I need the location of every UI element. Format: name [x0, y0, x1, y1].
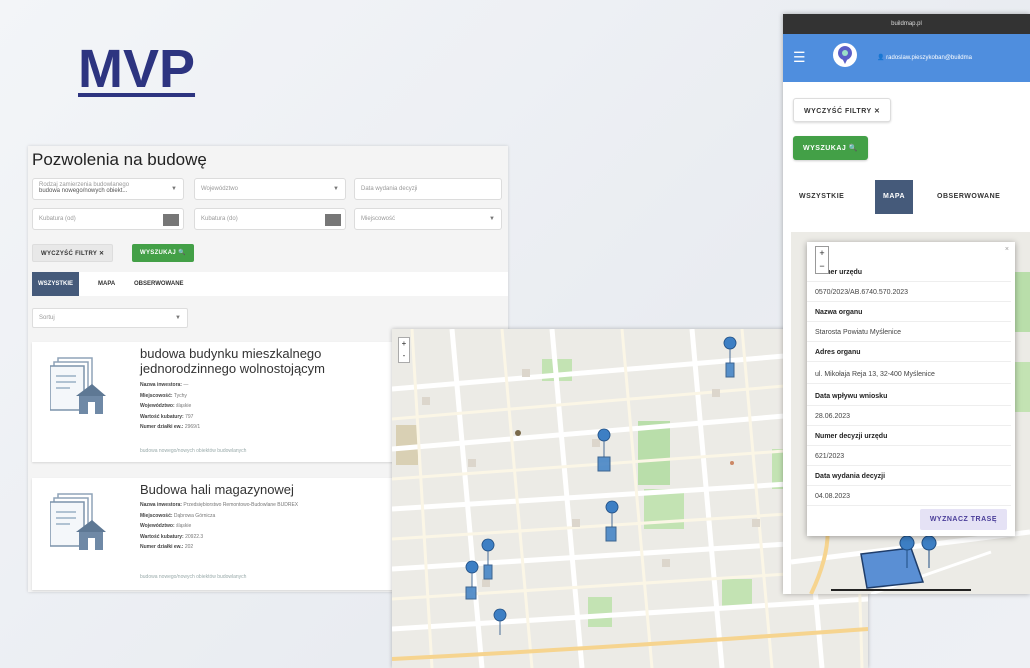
permit-category-tag: budowa nowego/nowych obiektów budowlanyc…	[140, 574, 247, 580]
field-label: Miejscowość:	[140, 512, 173, 519]
popup-label: Data wpływu wniosku	[807, 388, 1011, 406]
locality-select[interactable]: Miejscowość ▼	[354, 208, 502, 230]
permit-details-popup: × Numer urzędu 0570/2023/AB.6740.570.202…	[807, 242, 1015, 536]
slide-title: MVP	[78, 39, 196, 99]
category-select[interactable]: Rodzaj zamierzenia budowlanego budowa no…	[32, 178, 184, 200]
field-value: śląskie	[176, 403, 192, 409]
sort-select[interactable]: Sortuj ▼	[32, 308, 188, 328]
tab-all[interactable]: WSZYSTKIE	[791, 180, 852, 214]
close-icon[interactable]: ×	[1005, 246, 1009, 253]
popup-value: ul. Mikołaja Reja 13, 32-400 Myślenice	[807, 366, 1011, 384]
field-label: Wartość kubatury:	[140, 413, 184, 420]
popup-value: Starosta Powiatu Myślenice	[807, 324, 1011, 342]
popup-value: 0570/2023/AB.6740.570.2023	[807, 284, 1011, 302]
stepper-icon[interactable]	[163, 214, 179, 226]
tab-observed[interactable]: OBSERWOWANE	[929, 180, 1008, 214]
decision-date-field[interactable]: Data wydania decyzji	[354, 178, 502, 200]
chevron-down-icon: ▼	[489, 216, 495, 222]
permit-category-tag: budowa nowego/nowych obiektów budowlanyc…	[140, 448, 247, 454]
field-value: 202	[184, 544, 194, 550]
user-account[interactable]: 👤 radoslaw.pieszykoban@buildma	[877, 54, 972, 61]
permit-details: Nazwa inwestora: — Miejscowość: Tychy Wo…	[140, 380, 200, 433]
chevron-down-icon: ▼	[171, 186, 177, 192]
plan-route-button[interactable]: WYZNACZ TRASĘ	[919, 509, 1007, 530]
app-bar: ☰ 👤 radoslaw.pieszykoban@buildma	[783, 34, 1030, 82]
zoom-in-button[interactable]: +	[816, 247, 828, 260]
permit-title: budowa budynku mieszkalnego jednorodzinn…	[140, 346, 326, 376]
field-label: Nazwa inwestora:	[140, 502, 182, 508]
search-button[interactable]: WYSZUKAJ 🔍	[793, 136, 868, 160]
zoom-in-button[interactable]: +	[399, 338, 409, 350]
cubature-to-placeholder: Kubatura (do)	[201, 216, 238, 222]
document-house-icon	[50, 357, 106, 414]
popup-value: 621/2023	[807, 448, 1011, 466]
zoom-out-button[interactable]: −	[816, 260, 828, 273]
popup-value: 04.08.2023	[807, 488, 1011, 506]
field-label: Województwo:	[140, 523, 175, 529]
permit-title: Budowa hali magazynowej	[140, 482, 294, 497]
sort-placeholder: Sortuj	[39, 315, 55, 321]
app-logo-icon	[833, 43, 857, 67]
chevron-down-icon: ▼	[175, 315, 181, 321]
map-zoom-control: + −	[815, 246, 829, 274]
field-label: Wartość kubatury:	[140, 533, 184, 540]
popup-label: Numer decyzji urzędu	[807, 428, 1011, 446]
voivodeship-select[interactable]: Województwo ▼	[194, 178, 346, 200]
popup-label: Numer urzędu	[807, 264, 1011, 282]
field-label: Miejscowość:	[140, 392, 173, 399]
field-value: 797	[185, 413, 194, 420]
field-value: śląskie	[176, 523, 192, 529]
popup-label: Adres organu	[807, 344, 1011, 362]
clear-filters-button[interactable]: WYCZYŚĆ FILTRY ✕	[32, 244, 114, 262]
cubature-from-placeholder: Kubatura (od)	[39, 216, 76, 222]
chevron-down-icon: ▼	[333, 186, 339, 192]
user-email: radoslaw.pieszykoban@buildma	[886, 55, 972, 61]
cubature-from-field[interactable]: Kubatura (od)	[32, 208, 184, 230]
list-title: Pozwolenia na budowę	[32, 150, 207, 169]
voivodeship-placeholder: Województwo	[201, 186, 238, 192]
stepper-icon[interactable]	[325, 214, 341, 226]
popup-label: Nazwa organu	[807, 304, 1011, 322]
field-value: Dąbrowa Górnicza	[173, 512, 216, 519]
locality-placeholder: Miejscowość	[361, 216, 396, 222]
tab-map[interactable]: MAPA	[875, 180, 914, 214]
field-label: Nazwa inwestora:	[140, 382, 182, 388]
zoom-out-button[interactable]: -	[399, 350, 409, 362]
field-label: Numer działki ew.:	[140, 544, 184, 550]
field-label: Województwo:	[140, 403, 175, 409]
view-tabs: WSZYSTKIE MAPA OBSERWOWANE	[791, 180, 1030, 214]
search-button[interactable]: WYSZUKAJ 🔍	[132, 244, 194, 262]
tab-map[interactable]: MAPA	[92, 272, 121, 296]
field-value: 2969/1	[184, 424, 201, 430]
field-value: —	[183, 382, 189, 388]
view-tabs: WSZYSTKIE MAPA OBSERWOWANE	[32, 272, 508, 296]
hamburger-menu-icon[interactable]: ☰	[793, 49, 806, 66]
tab-all[interactable]: WSZYSTKIE	[32, 272, 80, 296]
cubature-to-field[interactable]: Kubatura (do)	[194, 208, 346, 230]
field-value: Tychy	[173, 392, 187, 399]
popup-label: Data wydania decyzji	[807, 468, 1011, 486]
field-value: 20922.3	[185, 533, 204, 540]
clear-filters-button[interactable]: WYCZYŚĆ FILTRY ✕	[793, 98, 892, 122]
map-zoom-control: + -	[398, 337, 410, 363]
field-label: Numer działki ew.:	[140, 424, 184, 430]
category-value: budowa nowego/nowych obiekt...	[39, 188, 128, 194]
browser-url-bar: buildmap.pl	[783, 14, 1030, 34]
tab-observed[interactable]: OBSERWOWANE	[128, 272, 190, 296]
document-house-icon	[50, 493, 106, 550]
popup-value: 28.06.2023	[807, 408, 1011, 426]
permit-details: Nazwa inwestora: Przedsiębiorstwo Remont…	[140, 500, 298, 553]
field-value: Przedsiębiorstwo Remontowo-Budowlane BUD…	[183, 502, 299, 508]
decision-date-placeholder: Data wydania decyzji	[361, 186, 418, 192]
